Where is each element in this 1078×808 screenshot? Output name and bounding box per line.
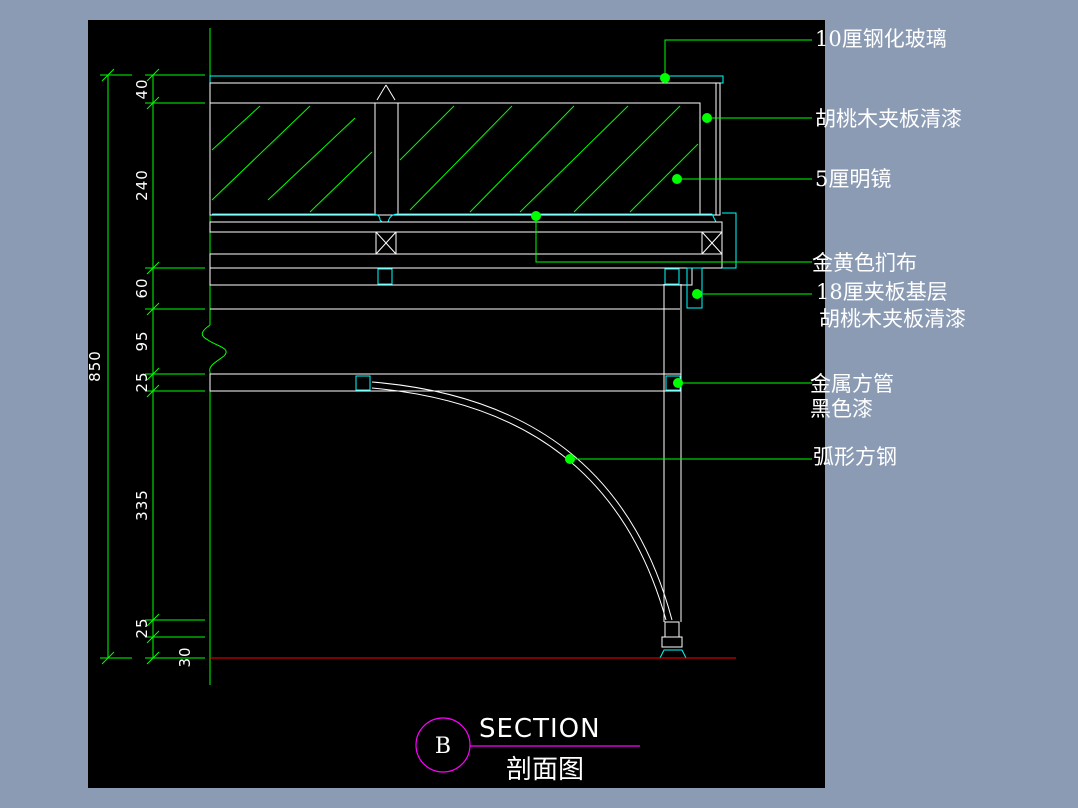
section-title-cn: 剖面图 <box>506 755 584 785</box>
label-walnut-veneer: 胡桃木夹板清漆 <box>815 107 962 131</box>
dim-60: 60 <box>133 277 151 298</box>
dim-30: 30 <box>176 646 194 667</box>
label-tempered-glass: 10厘钢化玻璃 <box>815 27 947 51</box>
label-metal-tube: 金属方管 <box>810 372 894 396</box>
label-mirror: 5厘明镜 <box>815 167 891 191</box>
dim-25-lower: 25 <box>133 617 151 638</box>
label-plywood-base: 18厘夹板基层 <box>816 280 948 304</box>
dim-335: 335 <box>133 489 151 521</box>
label-gold-fabric: 金黄色扪布 <box>812 251 917 275</box>
drawing-canvas <box>88 20 825 788</box>
section-marker-letter: B <box>435 734 451 759</box>
dim-overall: 850 <box>86 350 104 382</box>
label-curved-steel: 弧形方钢 <box>813 445 897 469</box>
section-title-en: SECTION <box>479 714 601 744</box>
label-walnut-veneer-2: 胡桃木夹板清漆 <box>819 307 966 331</box>
dim-95: 95 <box>133 330 151 351</box>
dim-40: 40 <box>133 78 151 99</box>
dim-240: 240 <box>133 169 151 201</box>
label-black-paint: 黑色漆 <box>810 397 873 421</box>
section-drawing: 850 40 240 60 95 25 335 25 30 10厘钢化玻璃 胡桃… <box>86 20 966 788</box>
dim-25-upper: 25 <box>133 371 151 392</box>
